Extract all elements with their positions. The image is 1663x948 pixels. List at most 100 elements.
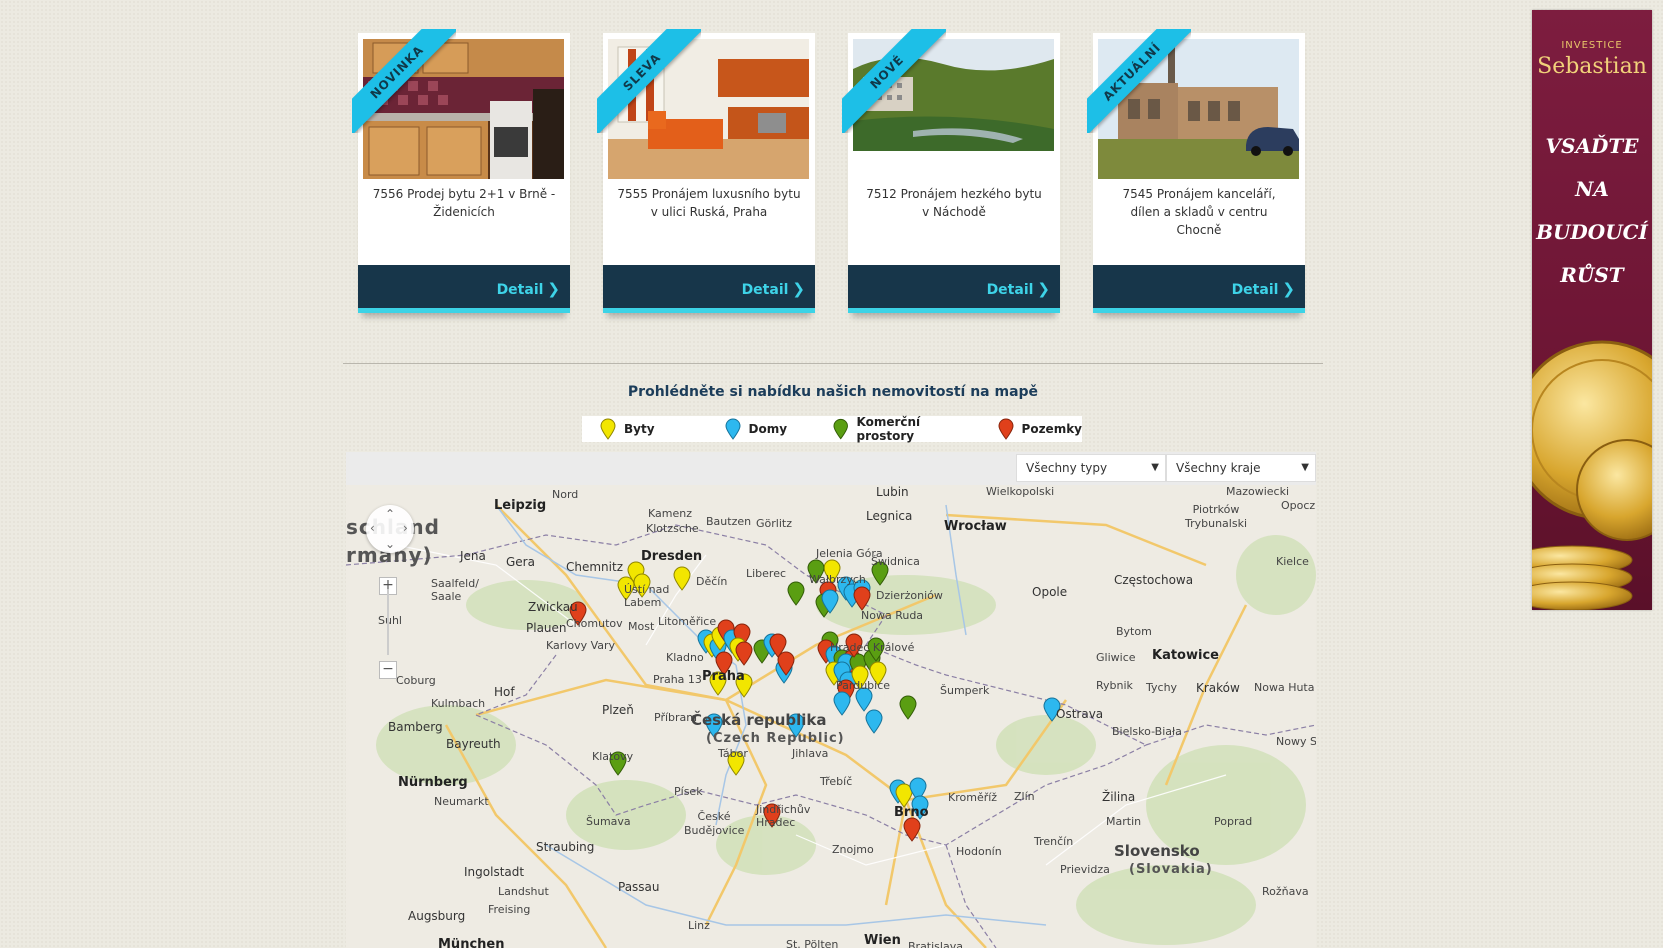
map-filter-bar: Všechny typy ▼ Všechny kraje ▼ <box>346 452 1316 485</box>
map-city: Kroměříž <box>948 791 998 804</box>
pan-right-icon[interactable]: › <box>403 521 408 535</box>
map-city: Karlovy Vary <box>546 639 616 652</box>
map-city: Wrocław <box>944 519 1007 534</box>
map-city: Ingolstadt <box>464 865 525 879</box>
map-city: Klotzsche <box>646 522 699 535</box>
map-city: Plauen <box>526 621 567 635</box>
map-city: Opole <box>1032 585 1068 599</box>
legend-item-byty[interactable]: Byty <box>600 418 655 440</box>
map-city: Passau <box>618 880 660 894</box>
map-city: Jihlava <box>792 747 829 760</box>
map-label-czech: Česká republika <box>691 711 827 729</box>
map-city: Bytom <box>1116 625 1152 638</box>
map-city: Linz <box>688 919 710 932</box>
map-city: Nord <box>552 488 579 501</box>
pan-down-icon[interactable]: ⌄ <box>385 537 395 551</box>
ribbon-badge: NOVÉ <box>842 29 946 133</box>
map-city: Poprad <box>1214 815 1253 828</box>
map-city: Nowy S <box>1276 735 1316 748</box>
detail-button[interactable]: Detail ❯ <box>987 280 1050 298</box>
advert-brand: Sebastian <box>1537 54 1647 79</box>
card-footer: Detail ❯ <box>1093 265 1305 313</box>
map-city: Opoczno <box>1281 499 1316 512</box>
map-city: Kamenz <box>648 507 692 520</box>
map-city: Ústí nad Labem <box>624 583 670 609</box>
red-pin-icon <box>998 418 1014 440</box>
map-city: Tychy <box>1146 681 1178 694</box>
map-city: Ostrava <box>1056 707 1104 721</box>
advert-text: VSAĎTE NA BUDOUCÍ RŮST <box>1536 134 1648 287</box>
pan-left-icon[interactable]: ‹ <box>370 521 375 535</box>
map-city: Šumperk <box>940 684 990 697</box>
property-title[interactable]: 7555 Pronájem luxusního bytu v ulici Rus… <box>617 185 801 221</box>
zoom-slider-track[interactable] <box>387 589 389 655</box>
detail-button[interactable]: Detail ❯ <box>742 280 805 298</box>
map-city: Znojmo <box>832 843 874 856</box>
map-city: Rybnik <box>1096 679 1133 692</box>
map-city: Leipzig <box>494 498 547 513</box>
map-city: Piotrków Trybunalski <box>1184 503 1247 530</box>
legend-item-pozemky[interactable]: Pozemky <box>998 418 1082 440</box>
section-divider <box>343 363 1323 364</box>
map-city: Jena <box>460 549 486 563</box>
region-filter-select[interactable]: Všechny kraje ▼ <box>1166 454 1316 482</box>
green-pin-icon <box>833 418 849 440</box>
map-city: Landshut <box>498 885 549 898</box>
gold-coins-image <box>1532 340 1652 610</box>
map-city: Katowice <box>1152 648 1219 663</box>
card-footer: Detail ❯ <box>603 265 815 313</box>
map-city: Zwickau <box>528 600 578 614</box>
map-city: Zlín <box>1014 790 1035 803</box>
property-cards: NOVINKA 7556 Prodej bytu 2+1 v Brně - Ži… <box>352 29 1305 323</box>
map-label-czech-en: (Czech Republic) <box>706 731 845 746</box>
map-city: Coburg <box>396 674 436 687</box>
yellow-pin-icon <box>600 418 616 440</box>
map-city: Martin <box>1106 815 1142 828</box>
map-city: Děčín <box>696 575 728 588</box>
property-title[interactable]: 7545 Pronájem kanceláří, dílen a skladů … <box>1107 185 1291 239</box>
map-city: Pardubice <box>836 679 891 692</box>
map-city: Kulmbach <box>431 697 486 710</box>
map-city: Neumarkt <box>434 795 489 808</box>
map-city: Kraków <box>1196 681 1240 695</box>
map-pan-control[interactable]: ⌃ ⌄ ‹ › <box>366 505 414 553</box>
map-city: Most <box>628 620 655 633</box>
legend-item-domy[interactable]: Domy <box>725 418 787 440</box>
map-city: Trenčín <box>1034 835 1074 848</box>
map-city: Görlitz <box>756 517 792 530</box>
type-filter-select[interactable]: Všechny typy ▼ <box>1016 454 1166 482</box>
map-city: Litoměřice <box>658 615 717 628</box>
ribbon-badge: NOVINKA <box>352 29 456 133</box>
map-city: Plzeň <box>602 703 634 717</box>
blue-pin-icon <box>725 418 741 440</box>
zoom-out-button[interactable]: − <box>379 661 397 679</box>
side-advert[interactable]: INVESTICE Sebastian VSAĎTE NA BUDOUCÍ RŮ… <box>1532 10 1652 610</box>
map-city: Częstochowa <box>1114 573 1194 587</box>
ribbon-badge: AKTUÁLNÍ <box>1087 29 1191 133</box>
chevron-right-icon: ❯ <box>547 280 560 298</box>
chevron-right-icon: ❯ <box>1037 280 1050 298</box>
map-city: Třebíč <box>820 775 853 788</box>
map-city: Bielsko-Biała <box>1112 725 1182 738</box>
map-city: Tábor <box>718 747 748 760</box>
legend-item-komercni-prostory[interactable]: Komerční prostory <box>833 415 977 443</box>
map-city: Wielkopolski <box>986 485 1055 498</box>
property-map[interactable]: schland rmany) Česká republika (Czech Re… <box>346 485 1316 948</box>
pan-up-icon[interactable]: ⌃ <box>385 507 395 521</box>
advert-tagline: INVESTICE <box>1561 40 1623 51</box>
property-title[interactable]: 7556 Prodej bytu 2+1 v Brně - Židenicích <box>372 185 556 221</box>
map-city: Nowa Huta <box>1254 681 1315 694</box>
detail-button[interactable]: Detail ❯ <box>497 280 560 298</box>
map-city: Nowa Ruda <box>861 609 924 622</box>
map-city: Příbram <box>654 711 697 724</box>
map-city: Dresden <box>641 549 703 564</box>
detail-button[interactable]: Detail ❯ <box>1232 280 1295 298</box>
card-footer: Detail ❯ <box>358 265 570 313</box>
map-city: Prievidza <box>1060 863 1110 876</box>
property-card: SLEVA 7555 Pronájem luxusního bytu v uli… <box>597 29 815 313</box>
map-label-slovakia: Slovensko <box>1114 842 1200 860</box>
property-title[interactable]: 7512 Pronájem hezkého bytu v Náchodě <box>862 185 1046 221</box>
map-city: Hodonín <box>956 845 1002 858</box>
card-footer: Detail ❯ <box>848 265 1060 313</box>
map-city: Gliwice <box>1096 651 1136 664</box>
